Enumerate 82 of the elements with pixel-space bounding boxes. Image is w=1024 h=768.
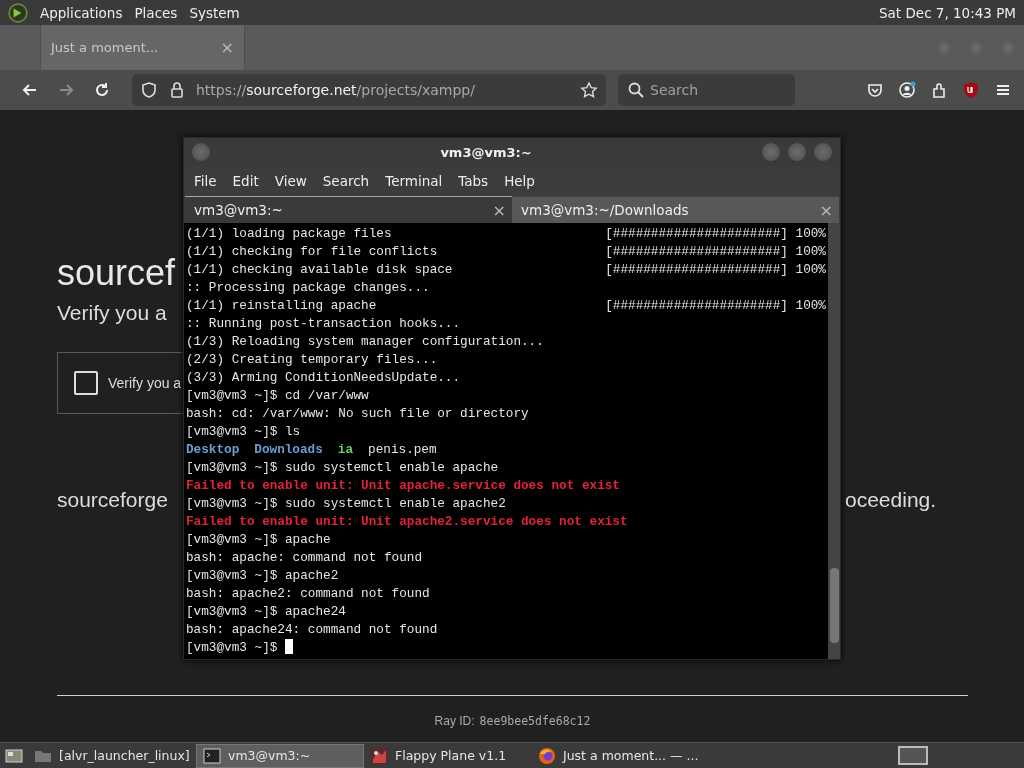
close-icon[interactable]: × bbox=[819, 200, 833, 220]
logo-icon[interactable] bbox=[8, 2, 28, 23]
close-icon[interactable]: × bbox=[492, 200, 506, 220]
game-icon bbox=[370, 746, 388, 765]
terminal-line: (1/3) Reloading system manager configuration... bbox=[186, 333, 545, 351]
terminal-line: (2/3) Creating temporary files... bbox=[186, 351, 439, 369]
taskbar-item[interactable]: vm3@vm3:~ bbox=[196, 743, 364, 768]
shield-icon[interactable] bbox=[962, 81, 980, 99]
terminal-line: (1/1) checking available disk space bbox=[186, 261, 454, 279]
show-desktop-icon[interactable] bbox=[5, 746, 23, 765]
menu-item[interactable]: File bbox=[186, 173, 225, 189]
taskbar-item[interactable]: Flappy Plane v1.1 bbox=[364, 743, 532, 768]
address-bar[interactable]: https://sourceforge.net/projects/xampp/ bbox=[132, 74, 606, 106]
puzzle-piece-icon[interactable] bbox=[930, 81, 948, 99]
terminal-icon bbox=[203, 746, 221, 765]
progress-bar-text: [######################] 100% bbox=[605, 297, 827, 315]
terminal-line: [vm3@vm3 ~]$ apache bbox=[186, 531, 332, 549]
search-icon bbox=[627, 81, 645, 99]
terminal-tab[interactable]: vm3@vm3:~/Downloads × bbox=[512, 196, 839, 223]
checkbox-label[interactable]: Verify you a bbox=[108, 375, 182, 391]
progress-bar-text: [######################] 100% bbox=[605, 243, 827, 261]
page-heading: sourcef bbox=[57, 253, 177, 293]
pocket-icon[interactable] bbox=[866, 81, 884, 99]
terminal-line: bash: apache24: command not found bbox=[186, 621, 439, 639]
workspace-switcher[interactable] bbox=[898, 746, 928, 765]
menu-item[interactable]: Edit bbox=[224, 173, 267, 189]
menu-item[interactable]: Places bbox=[134, 4, 178, 21]
terminal-line: [vm3@vm3 ~]$ ls bbox=[186, 423, 302, 441]
terminal-line: [vm3@vm3 ~]$ apache2 bbox=[186, 567, 340, 585]
reload-icon[interactable] bbox=[93, 81, 111, 99]
terminal-line: bash: cd: /var/www: No such file or directory bbox=[186, 405, 530, 423]
menu-item[interactable]: Tabs bbox=[450, 173, 497, 189]
terminal-line: :: Running post-transaction hooks... bbox=[186, 315, 462, 333]
browser-icon bbox=[538, 746, 556, 765]
notice-text: oceeding. bbox=[845, 488, 937, 512]
progress-bar-text: [######################] 100% bbox=[605, 225, 827, 243]
terminal-line: :: Processing package changes... bbox=[186, 279, 431, 297]
lock-icon[interactable] bbox=[168, 81, 186, 99]
terminal-line: (1/1) checking for file conflicts bbox=[186, 243, 439, 261]
tab-title: vm3@vm3:~/Downloads bbox=[521, 202, 689, 218]
terminal-line: bash: apache2: command not found bbox=[186, 585, 431, 603]
menu-item[interactable]: System bbox=[189, 4, 240, 21]
taskbar-item[interactable]: Just a moment... — ... bbox=[532, 743, 705, 768]
terminal-line: [vm3@vm3 ~]$ sudo systemctl enable apache2 bbox=[186, 495, 507, 513]
error-line: Failed to enable unit: Unit apache2.service does not exist bbox=[186, 513, 629, 531]
taskbar-item[interactable]: [alvr_launcher_linux] bbox=[28, 743, 196, 768]
shield-icon[interactable] bbox=[140, 81, 158, 99]
tab-title: Just a moment... bbox=[51, 40, 159, 55]
menu-item[interactable]: Search bbox=[314, 173, 378, 189]
scrollbar[interactable] bbox=[828, 223, 840, 659]
file-name: Desktop bbox=[186, 441, 240, 459]
terminal-line: [vm3@vm3 ~]$ cd /var/www bbox=[186, 387, 370, 405]
file-name: penis.pem bbox=[368, 441, 437, 459]
menu-item[interactable]: Help bbox=[496, 173, 543, 189]
terminal-line: [vm3@vm3 ~]$ bbox=[186, 639, 278, 657]
error-line: Failed to enable unit: Unit apache.service does not exist bbox=[186, 477, 621, 495]
terminal-line: [vm3@vm3 ~]$ sudo systemctl enable apache bbox=[186, 459, 500, 477]
terminal-line: [vm3@vm3 ~]$ apache24 bbox=[186, 603, 347, 621]
scrollbar-thumb[interactable] bbox=[829, 568, 839, 643]
terminal-line: (1/1) loading package files bbox=[186, 225, 393, 243]
menu-item[interactable]: Applications bbox=[40, 4, 123, 21]
ray-id-label: Ray ID: bbox=[434, 714, 475, 728]
cursor bbox=[285, 639, 294, 654]
tab-title: vm3@vm3:~ bbox=[194, 202, 283, 218]
file-name: ia bbox=[337, 441, 354, 459]
notice-text: sourceforge bbox=[57, 488, 168, 511]
progress-bar-text: [######################] 100% bbox=[605, 261, 827, 279]
page-subheading: Verify you a bbox=[57, 301, 168, 325]
clock[interactable]: Sat Dec 7, 10:43 PM bbox=[879, 4, 1016, 21]
terminal-line: (3/3) Arming ConditionNeedsUpdate... bbox=[186, 369, 462, 387]
bookmark-star-icon[interactable] bbox=[580, 81, 598, 99]
terminal-line: bash: apache: command not found bbox=[186, 549, 424, 567]
checkbox[interactable] bbox=[74, 371, 98, 395]
ray-id: 8ee9bee5dfe68c12 bbox=[479, 714, 591, 728]
menu-item[interactable]: View bbox=[266, 173, 315, 189]
search-field[interactable]: Search bbox=[618, 74, 795, 106]
menu-item[interactable]: Terminal bbox=[377, 173, 451, 189]
window-title: vm3@vm3:~ bbox=[439, 144, 533, 160]
terminal-line: (1/1) reinstalling apache bbox=[186, 297, 378, 315]
file-name: Downloads bbox=[254, 441, 323, 459]
account-icon[interactable] bbox=[898, 81, 916, 99]
url-text[interactable]: https://sourceforge.net/projects/xampp/ bbox=[196, 82, 570, 98]
